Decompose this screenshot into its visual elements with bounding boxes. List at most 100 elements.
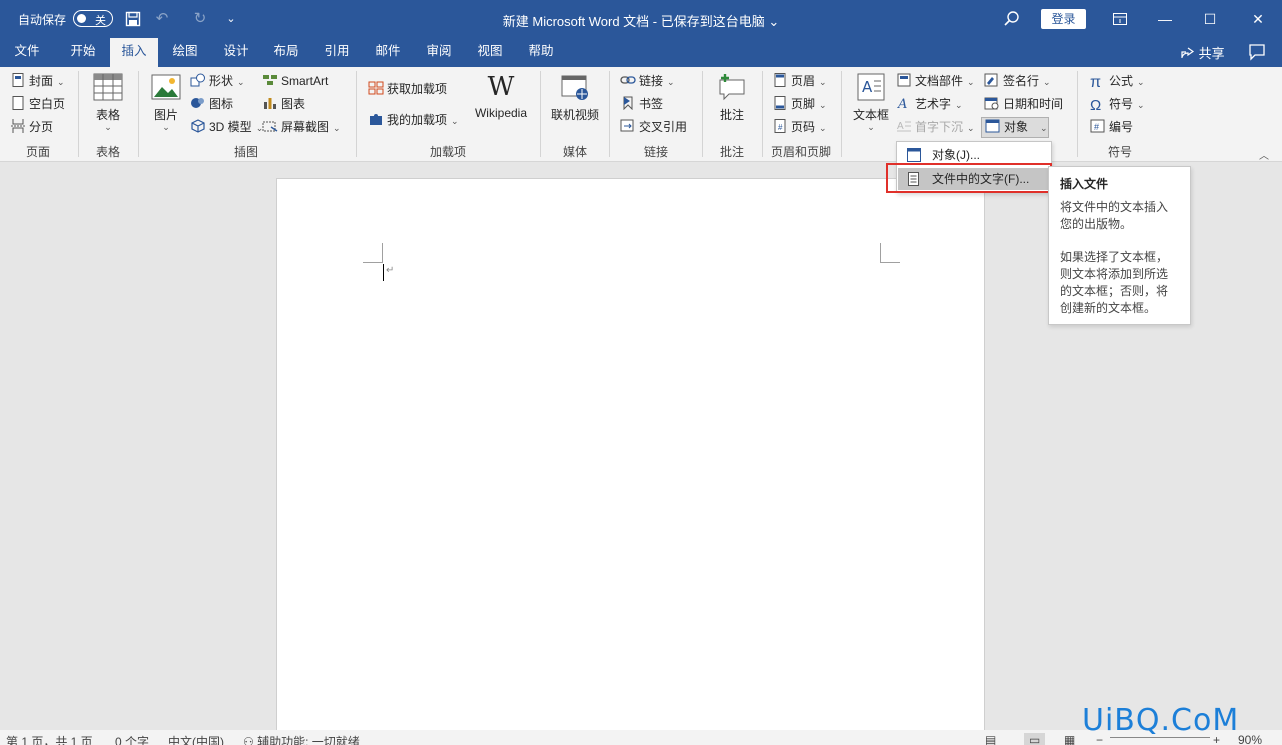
smartart-icon [263,75,277,85]
footer-icon [774,96,786,110]
window-title: 新建 Microsoft Word 文档 - 已保存到这台电脑 ⌄ [502,14,780,29]
cross-reference-icon [620,119,634,132]
page-count[interactable]: 第 1 页，共 1 页 [6,733,93,745]
share-label: 共享 [1198,46,1225,61]
cross-reference-button[interactable]: 交叉引用 [620,117,687,137]
document-page[interactable]: ↵ [276,178,985,738]
link-button[interactable]: 链接 ⌄ [620,71,675,91]
signature-icon [984,73,998,87]
share-button[interactable]: 共享 [1180,43,1225,62]
login-button[interactable]: 登录 [1041,9,1086,29]
textbox-button[interactable]: A 文本框 ⌄ [850,72,892,132]
word-count[interactable]: 0 个字 [115,733,149,745]
table-button[interactable]: 表格 ⌄ [88,72,128,132]
wordart-button[interactable]: A 艺术字 ⌄ [896,94,963,114]
picture-button[interactable]: 图片 ⌄ [146,72,186,132]
tab-help[interactable]: 帮助 [518,38,564,67]
svg-text:#: # [1094,122,1099,132]
quick-parts-icon [897,73,911,87]
tab-review[interactable]: 审阅 [416,38,462,67]
page-break-icon [11,119,25,133]
header-button[interactable]: 页眉 ⌄ [772,71,827,91]
wikipedia-button[interactable]: W Wikipedia [470,72,532,120]
video-icon [561,75,588,100]
equation-button[interactable]: π 公式 ⌄ [1090,71,1145,91]
accessibility-status[interactable]: ⚇ 辅助功能: 一切就绪 [243,733,360,745]
tab-mailings[interactable]: 邮件 [365,38,411,67]
symbol-button[interactable]: Ω 符号 ⌄ [1090,94,1145,114]
separator [762,71,763,157]
bookmark-icon [623,96,633,110]
annotation-highlight-box [886,163,1052,193]
crop-mark-left [363,243,383,263]
page-break-button[interactable]: 分页 [10,117,53,137]
maximize-icon[interactable]: ☐ [1200,9,1220,29]
page-number-button[interactable]: # 页码 ⌄ [772,117,827,137]
3d-model-button[interactable]: 3D 模型 ⌄ [190,117,263,137]
quick-parts-button[interactable]: 文档部件 ⌄ [896,71,975,91]
blank-page-button[interactable]: 空白页 [10,94,65,114]
comment-icon[interactable] [1248,43,1266,61]
tab-view[interactable]: 视图 [467,38,513,67]
group-label-illustrations: 插图 [233,145,258,159]
title-bar: 自动保存 关 ↶ ↻ ⌄ 新建 Microsoft Word 文档 - 已保存到… [0,0,1282,38]
tab-home[interactable]: 开始 [60,38,106,67]
ribbon: 封面 ⌄ 空白页 分页 页面 表格 ⌄ 表格 图片 ⌄ 形状 ⌄ 图标 3D 模型 ⌄ S… [0,67,1282,162]
tab-draw[interactable]: 绘图 [162,38,208,67]
separator [702,71,703,157]
number-button[interactable]: # 编号 [1090,117,1133,137]
chart-button[interactable]: 图表 [262,94,305,114]
signature-line-button[interactable]: 签名行 ⌄ [984,71,1051,91]
footer-button[interactable]: 页脚 ⌄ [772,94,827,114]
tab-layout[interactable]: 布局 [263,38,309,67]
smartart-button[interactable]: SmartArt [262,71,328,91]
chart-icon [264,98,276,109]
tab-references[interactable]: 引用 [314,38,360,67]
separator [1077,71,1078,157]
collapse-ribbon-icon[interactable]: ︿ [1259,147,1269,162]
new-comment-icon [719,74,745,101]
my-addins-button[interactable]: 我的加载项 ⌄ [368,110,459,130]
drop-cap-icon: A [897,121,911,132]
object-button[interactable]: 对象 ⌄ [985,117,1048,137]
number-icon: # [1090,119,1105,133]
icons-button[interactable]: 图标 [190,94,233,114]
accessibility-icon: ⚇ [243,735,258,745]
minimize-icon[interactable]: — [1155,9,1175,29]
close-icon[interactable]: ✕ [1248,9,1268,29]
addin-icon [370,114,382,125]
group-label-links: 链接 [643,145,668,159]
group-label-symbols: 符号 [1107,145,1132,159]
calendar-icon [984,97,999,110]
tab-insert[interactable]: 插入 [110,38,158,67]
header-icon [774,73,786,87]
screenshot-button[interactable]: 屏幕截图 ⌄ [262,117,341,137]
svg-text:A: A [862,78,873,96]
get-addins-button[interactable]: 获取加载项 [368,79,447,99]
watermark: UiBQ.CoM [1082,703,1240,738]
separator [138,71,139,157]
icons-icon [191,98,204,108]
ribbon-display-icon[interactable] [1110,9,1130,29]
cover-page-button[interactable]: 封面 ⌄ [10,71,65,91]
date-time-button[interactable]: 日期和时间 [984,94,1063,114]
language[interactable]: 中文(中国) [168,733,224,745]
bookmark-button[interactable]: 书签 [620,94,663,114]
read-mode-icon[interactable]: ▤ [985,733,996,745]
tab-file[interactable]: 文件 [6,38,48,67]
wikipedia-icon: W [487,72,515,102]
tab-design[interactable]: 设计 [213,38,259,67]
shapes-button[interactable]: 形状 ⌄ [190,71,245,91]
wordart-icon: A [897,97,907,110]
store-icon [368,81,384,95]
drop-cap-button: A 首字下沉 ⌄ [897,120,975,134]
search-icon[interactable] [1003,10,1021,28]
pi-icon: π [1090,74,1102,91]
new-comment-button[interactable]: 批注 [712,72,752,123]
zoom-level[interactable]: 90% [1238,733,1262,745]
separator [841,71,842,157]
print-layout-icon[interactable]: ▭ [1024,733,1046,745]
screenshot-icon [262,121,278,132]
web-layout-icon[interactable]: ▦ [1064,733,1075,745]
online-video-button[interactable]: 联机视频 [548,72,602,123]
